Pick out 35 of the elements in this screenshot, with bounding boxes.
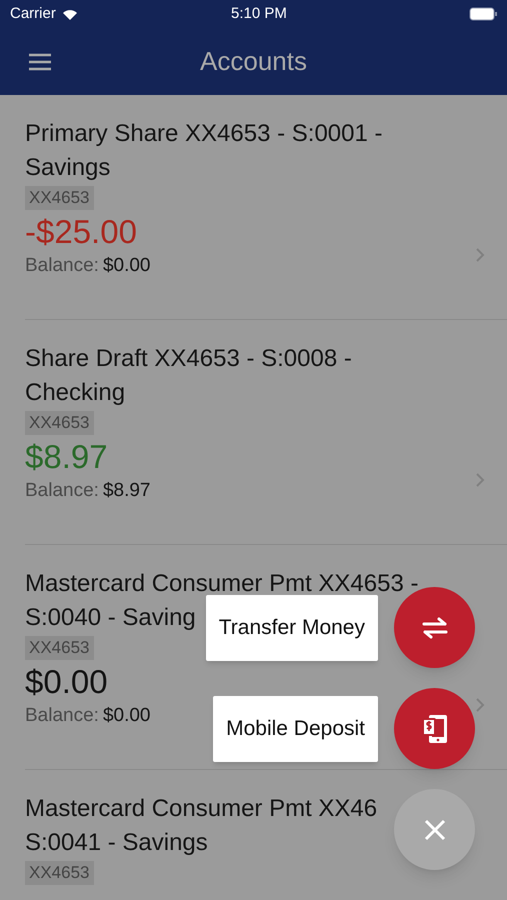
clock-time: 5:10 PM (230, 4, 288, 24)
carrier-label: Carrier (10, 4, 56, 24)
account-title: Savings (25, 153, 110, 183)
balance-label: Balance: (25, 254, 99, 278)
balance-value: $0.00 (102, 704, 150, 728)
balance-value: $0.00 (102, 254, 150, 278)
chevron-right-icon (475, 697, 485, 713)
account-title: S:0041 - Savings (25, 828, 208, 858)
chevron-right-icon (475, 247, 485, 263)
battery-icon (469, 7, 497, 21)
account-number-tag: XX4653 (25, 861, 94, 885)
close-icon (424, 818, 446, 840)
account-number-tag: XX4653 (25, 636, 94, 660)
page-title: Accounts (200, 45, 307, 78)
account-title: S:0040 - Saving (25, 603, 196, 633)
balance-label: Balance: (25, 704, 99, 728)
account-row[interactable]: Share Draft XX4653 - S:0008 - Checking XX4653 $8.97 Balance: $8.97 (25, 320, 507, 545)
balance-value: $8.97 (102, 479, 150, 503)
account-title: Share Draft XX4653 - S:0008 - (25, 344, 352, 374)
balance-label: Balance: (25, 479, 99, 503)
chevron-right-icon (475, 472, 485, 488)
fab-action-label[interactable]: Transfer Money (206, 594, 378, 660)
account-amount: $0.00 (25, 662, 108, 702)
account-number-tag: XX4653 (25, 186, 94, 210)
transfer-arrows-icon (420, 616, 450, 638)
account-title: Primary Share XX4653 - S:0001 - (25, 119, 383, 149)
fab-action-label[interactable]: Mobile Deposit (213, 696, 378, 762)
menu-icon[interactable] (28, 52, 52, 70)
account-title: Mastercard Consumer Pmt XX46 (25, 794, 378, 824)
account-number-tag: XX4653 (25, 411, 94, 435)
account-amount: -$25.00 (25, 212, 137, 252)
account-amount: $8.97 (25, 437, 108, 477)
account-title: Checking (25, 378, 126, 408)
account-row[interactable]: Primary Share XX4653 - S:0001 - Savings XX4653 -$25.00 Balance: $0.00 (25, 95, 507, 320)
wifi-icon (60, 8, 79, 20)
